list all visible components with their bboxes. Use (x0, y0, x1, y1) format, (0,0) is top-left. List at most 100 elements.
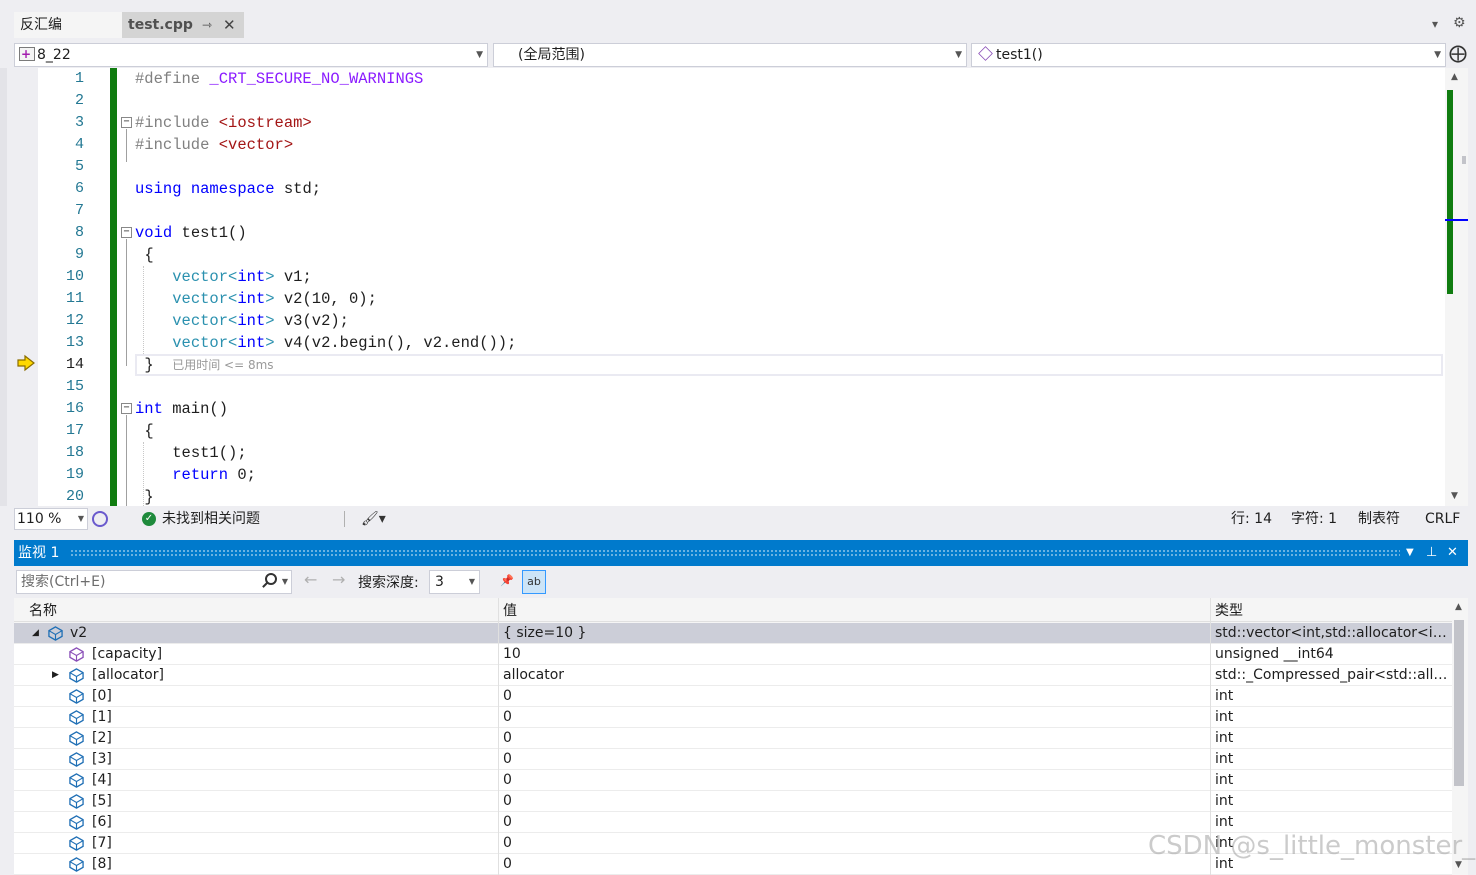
watch-row[interactable]: [6] 0 int (14, 812, 1452, 833)
collapse-triangle-icon[interactable]: ◢ (32, 623, 39, 644)
search-depth-label: 搜索深度: (358, 575, 419, 591)
column-header-value[interactable]: 值 (503, 598, 517, 624)
watch-row[interactable]: [1] 0 int (14, 707, 1452, 728)
watch-row-value[interactable]: 0 (503, 749, 512, 770)
code-cleanup-icon[interactable]: 🖌▾ (361, 507, 386, 531)
watch-row-value[interactable]: 10 (503, 644, 521, 665)
watch-row-value[interactable]: 0 (503, 728, 512, 749)
search-icon[interactable] (265, 573, 277, 585)
watch-row[interactable]: [3] 0 int (14, 749, 1452, 770)
line-number: 9 (74, 246, 84, 263)
code-line-17: { (144, 422, 154, 440)
code-health-icon[interactable] (92, 511, 108, 527)
tab-test-cpp[interactable]: test.cpp ⇾ ✕ (122, 12, 244, 38)
watch-row[interactable]: ◢ v2 { size=10 } std::vector<int,std::alloc… (14, 623, 1452, 644)
search-input[interactable]: 搜索(Ctrl+E) ▼ (16, 570, 292, 594)
fold-collapse-icon[interactable]: − (121, 117, 132, 128)
code-line-6: using namespace std; (135, 180, 322, 198)
watch-row[interactable]: [2] 0 int (14, 728, 1452, 749)
watch-row-value[interactable]: 0 (503, 770, 512, 791)
watch-row-value[interactable]: 0 (503, 707, 512, 728)
watch-row-name[interactable]: [0] (92, 686, 112, 707)
pin-watch-icon[interactable]: 📌 (495, 570, 519, 594)
line-number: 11 (65, 290, 84, 307)
watch-row-value[interactable]: allocator (503, 665, 564, 686)
fold-collapse-icon[interactable]: − (121, 403, 132, 414)
watch-row-name[interactable]: [3] (92, 749, 112, 770)
scrollbar-thumb[interactable] (1462, 156, 1466, 164)
fold-line (126, 415, 127, 506)
line-indicator[interactable]: 行: 14 (1231, 507, 1272, 531)
function-dropdown[interactable]: test1() ▼ (971, 43, 1446, 67)
line-number: 6 (74, 180, 84, 197)
scope-dropdown[interactable]: (全局范围) ▼ (493, 43, 967, 67)
split-window-icon[interactable]: ⨁ (1447, 43, 1469, 67)
gear-icon[interactable]: ⚙ (1453, 15, 1466, 31)
code-line-14: } 已用时间 <= 8ms (144, 356, 274, 374)
pin-icon[interactable]: ⇾ (202, 12, 212, 38)
column-header-name[interactable]: 名称 (29, 598, 57, 624)
watch-row-name[interactable]: v2 (70, 623, 87, 644)
watch-row-name[interactable]: [5] (92, 791, 112, 812)
line-ending-indicator[interactable]: CRLF (1425, 507, 1460, 531)
zoom-dropdown[interactable]: 110 % ▼ (14, 508, 88, 530)
watch-row-value[interactable]: { size=10 } (503, 623, 586, 644)
fold-collapse-icon[interactable]: − (121, 227, 132, 238)
watch-row-name[interactable]: [4] (92, 770, 112, 791)
watch-row[interactable]: [5] 0 int (14, 791, 1452, 812)
close-icon[interactable]: ✕ (223, 12, 236, 38)
check-circle-icon: ✓ (142, 512, 156, 526)
watch-row[interactable]: ▶ [allocator] allocator std::_Compressed_pa… (14, 665, 1452, 686)
code-line-8: void test1() (135, 224, 247, 242)
scroll-down-icon[interactable]: ▼ (1451, 491, 1458, 501)
watch-row-type: int (1215, 709, 1234, 725)
watch-row-value[interactable]: 0 (503, 791, 512, 812)
editor-vertical-scrollbar[interactable]: ▲ ▼ (1445, 68, 1468, 506)
search-previous-icon[interactable]: ← (304, 570, 317, 589)
scroll-down-icon[interactable]: ▼ (1455, 860, 1462, 870)
watch-row-name[interactable]: [6] (92, 812, 112, 833)
watch-row-value[interactable]: 0 (503, 686, 512, 707)
watch-row-value[interactable]: 0 (503, 833, 512, 854)
code-editor[interactable]: 1 2 3 4 5 6 7 8 9 10 11 12 13 14 15 16 17 18 19 20 − − − #d… (14, 68, 1468, 506)
code-line-13: vector<int> v4(v2.begin(), v2.end()); (172, 334, 517, 352)
scroll-up-icon[interactable]: ▲ (1455, 602, 1462, 612)
watch-row-type: int (1215, 772, 1234, 788)
char-indicator[interactable]: 字符: 1 (1291, 507, 1337, 531)
chevron-down-icon[interactable]: ▼ (282, 571, 288, 593)
watch-row-type: unsigned __int64 (1215, 646, 1334, 662)
watch-row-name[interactable]: [capacity] (92, 644, 162, 665)
watch-row[interactable]: [0] 0 int (14, 686, 1452, 707)
code-text[interactable]: #define _CRT_SECURE_NO_WARNINGS #include… (135, 68, 1435, 506)
project-dropdown[interactable]: 8_22 ▼ (14, 43, 488, 67)
watch-row-value[interactable]: 0 (503, 854, 512, 875)
line-number: 3 (74, 114, 84, 131)
watch-panel-title-bar[interactable]: 监视 1 ▼ ⊥ ✕ (14, 540, 1468, 566)
watch-row-name[interactable]: [allocator] (92, 665, 164, 686)
watch-row-name[interactable]: [2] (92, 728, 112, 749)
watch-row-name[interactable]: [1] (92, 707, 112, 728)
search-next-icon[interactable]: → (332, 570, 345, 589)
watch-row-value[interactable]: 0 (503, 812, 512, 833)
watch-row-name[interactable]: [7] (92, 833, 112, 854)
line-numbers: 1 2 3 4 5 6 7 8 9 10 11 12 13 14 15 16 17 18 19 20 (38, 68, 84, 506)
pin-icon[interactable]: ⊥ (1426, 540, 1437, 566)
tab-overflow-dropdown-icon[interactable]: ▾ (1432, 17, 1438, 31)
hex-display-icon[interactable]: ab (522, 570, 546, 594)
watch-row[interactable]: [4] 0 int (14, 770, 1452, 791)
column-divider[interactable] (498, 598, 499, 875)
issues-status[interactable]: 未找到相关问题 (162, 507, 260, 531)
tabs-indicator[interactable]: 制表符 (1358, 507, 1400, 531)
search-depth-dropdown[interactable]: 3 ▼ (429, 570, 480, 594)
close-icon[interactable]: ✕ (1447, 540, 1458, 566)
perf-tip[interactable]: 已用时间 <= 8ms (172, 358, 273, 372)
column-header-type[interactable]: 类型 (1215, 598, 1243, 624)
scroll-up-icon[interactable]: ▲ (1451, 72, 1458, 82)
scrollbar-thumb[interactable] (1454, 620, 1464, 786)
watch-row-name[interactable]: [8] (92, 854, 112, 875)
tab-disassembly[interactable]: 反汇编 (14, 12, 122, 38)
watch-row[interactable]: [capacity] 10 unsigned __int64 (14, 644, 1452, 665)
glyph-margin[interactable] (14, 68, 38, 506)
window-position-dropdown-icon[interactable]: ▼ (1406, 540, 1414, 566)
expand-triangle-icon[interactable]: ▶ (52, 665, 59, 686)
